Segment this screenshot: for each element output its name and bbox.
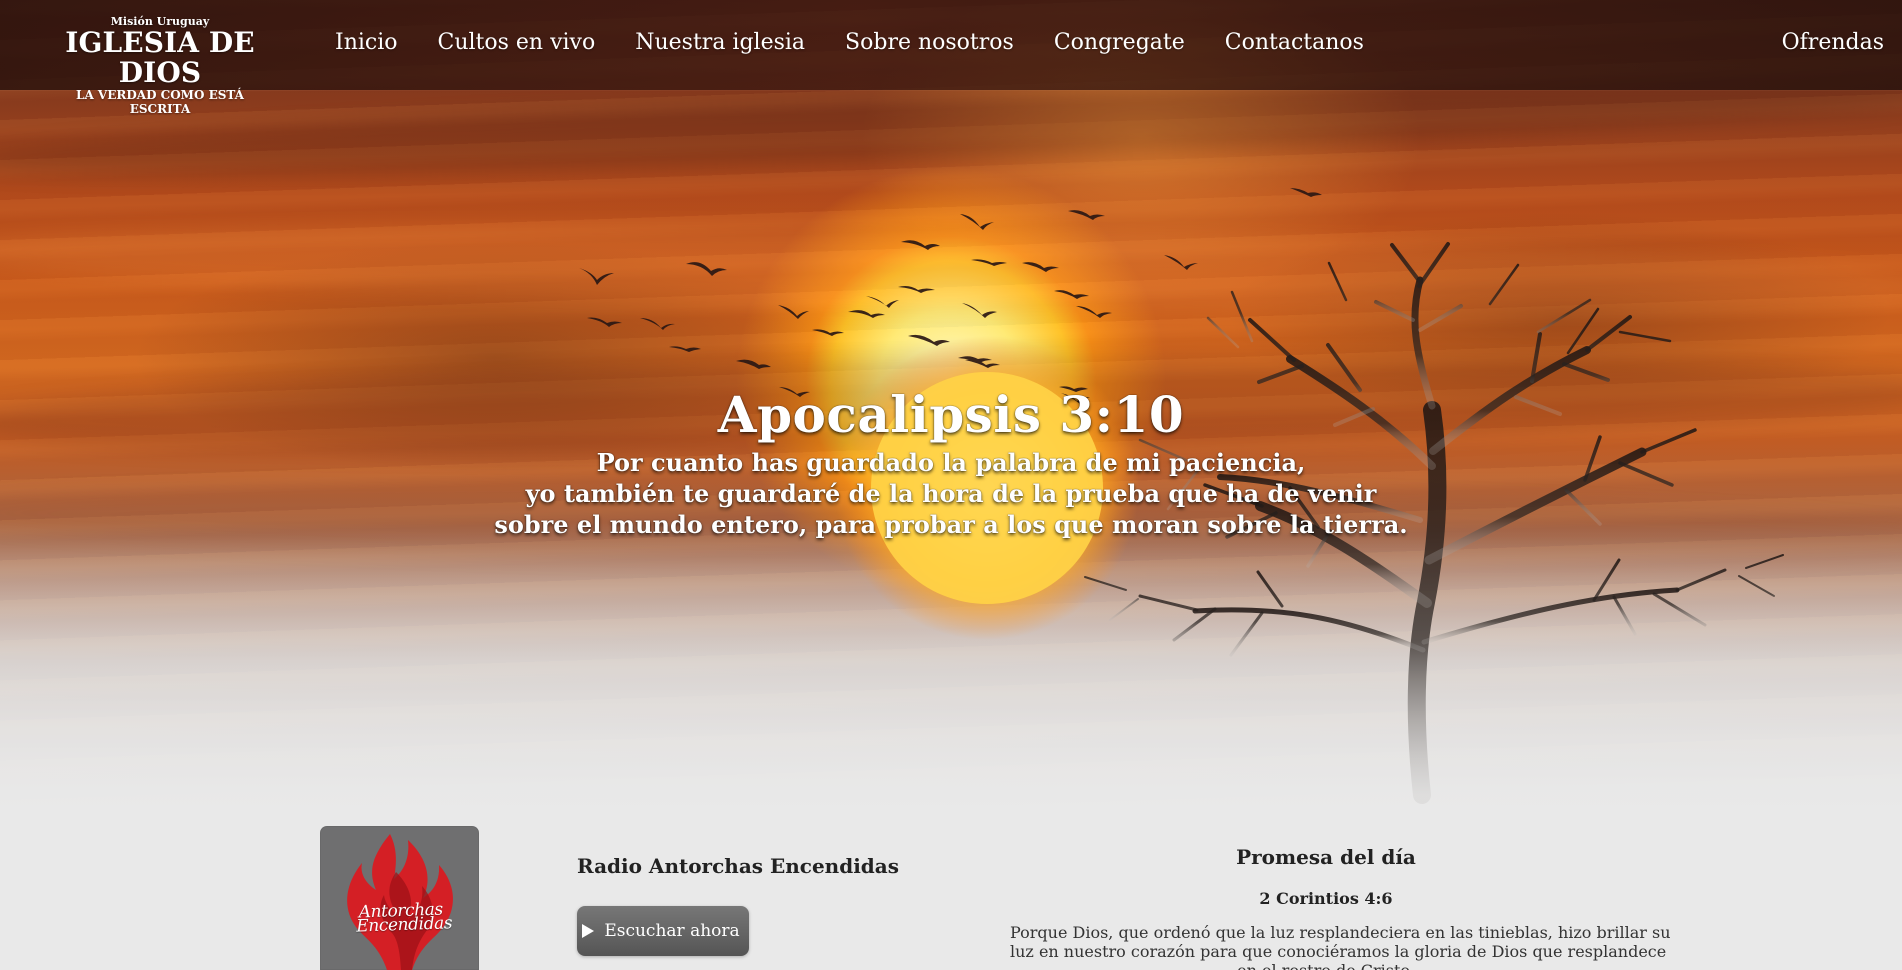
bird [812,329,844,336]
nav-link-our-church[interactable]: Nuestra iglesia [635,26,805,60]
scripture-text: Por cuanto has guardado la palabra de mi… [440,447,1462,540]
bird [736,359,771,369]
bird [848,310,885,318]
daily-promise-reference: 2 Corintios 4:6 [1259,889,1393,908]
bird [1022,262,1059,272]
bird [778,305,809,319]
top-navigation: Misión Uruguay IGLESIA DE DIOS LA VERDAD… [0,0,1902,117]
bird [587,317,622,327]
scripture-hero-copy: Apocalipsis 3:10 Por cuanto has guardado… [440,385,1462,540]
daily-promise-text: Porque Dios, que ordenó que la luz respl… [1010,923,1671,970]
torch-flame-icon [347,834,453,970]
daily-promise-line-3: en el rostro de Cristo. [1010,961,1642,970]
bird [669,346,701,352]
radio-logo-text: Antorchas Encendidas [355,900,453,937]
bird [579,268,614,285]
nav-link-home[interactable]: Inicio [335,26,398,60]
listen-now-button[interactable]: Escuchar ahora [577,906,749,956]
church-home-page: Apocalipsis 3:10 Por cuanto has guardado… [0,0,1902,970]
bird [640,318,675,330]
radio-title: Radio Antorchas Encendidas [577,854,900,878]
bird [1290,188,1322,197]
daily-promise-line-1: Porque Dios, que ordenó que la luz respl… [1010,923,1671,942]
daily-promise-line-2: luz en nuestro corazón para que conociér… [1010,942,1667,961]
scripture-line-3: sobre el mundo entero, para probar a los… [494,510,1408,539]
bird [866,296,899,308]
nav-link-congregate[interactable]: Congregate [1054,26,1185,60]
nav-link-live-services[interactable]: Cultos en vivo [438,26,596,60]
bird [960,214,994,230]
lower-content-section: Antorchas Encendidas Radio Antorchas Enc… [0,812,1902,970]
logo-tagline: LA VERDAD COMO ESTÁ ESCRITA [76,88,244,116]
bird [971,259,1007,266]
offerings-link[interactable]: Ofrendas [1782,26,1884,60]
logo-church-name: IGLESIA DE DIOS [65,26,255,89]
daily-promise: Promesa del día 2 Corintios 4:6 Porque D… [1010,844,1671,970]
bird [962,303,997,318]
play-icon [582,924,595,938]
nav-link-contact[interactable]: Contactanos [1225,26,1364,60]
bird [898,286,935,293]
listen-now-label: Escuchar ahora [604,921,740,941]
main-navigation: Inicio Cultos en vivo Nuestra iglesia So… [335,26,1364,60]
radio-logo-line-2: Encendidas [355,913,453,937]
hero-section: Apocalipsis 3:10 Por cuanto has guardado… [0,0,1902,812]
bird [1164,255,1198,270]
church-logo[interactable]: Misión Uruguay IGLESIA DE DIOS LA VERDAD… [44,16,276,117]
bird [1068,210,1105,220]
daily-promise-title: Promesa del día [1236,845,1416,869]
scripture-reference: Apocalipsis 3:10 [717,385,1185,444]
bird [901,240,940,250]
bird [1076,306,1112,318]
bird [1054,290,1089,299]
scripture-line-2: yo también te guardaré de la hora de la … [525,479,1377,508]
scripture-line-1: Por cuanto has guardado la palabra de mi… [596,448,1306,477]
bird [686,262,727,276]
radio-logo[interactable]: Antorchas Encendidas [320,826,479,970]
nav-link-about-us[interactable]: Sobre nosotros [845,26,1014,60]
